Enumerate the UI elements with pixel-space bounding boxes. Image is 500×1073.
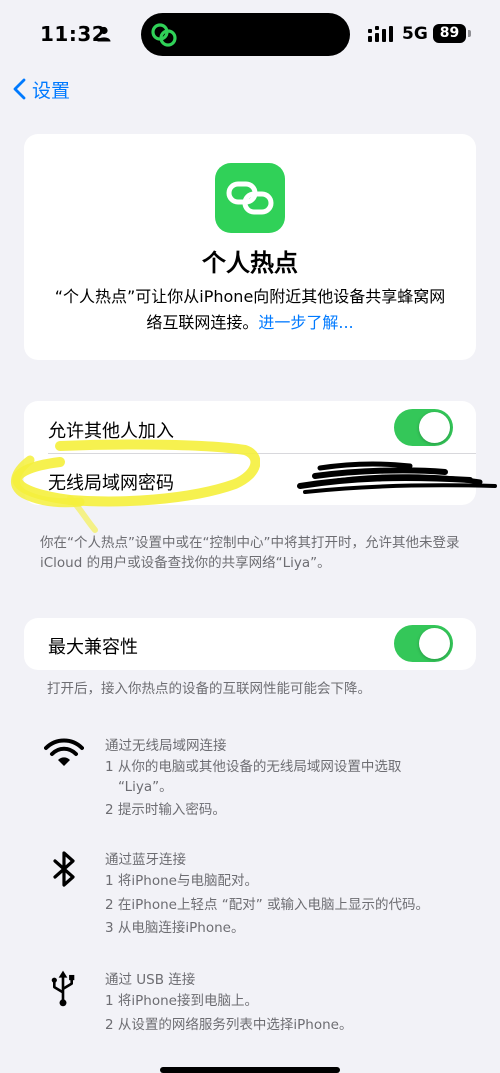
back-button[interactable]: 设置: [12, 74, 70, 104]
wifi-step-1: 1 从你的电脑或其他设备的无线局域网设置中选取: [105, 759, 402, 775]
max-compat-toggle[interactable]: [394, 625, 453, 662]
max-compat-footnote: 打开后，接入你热点的设备的互联网性能可能会下降。: [47, 681, 371, 697]
max-compat-label: 最大兼容性: [48, 637, 138, 658]
usb-method-title: 通过 USB 连接: [105, 972, 196, 988]
bluetooth-step-1: 1 将iPhone与电脑配对。: [105, 873, 258, 889]
wifi-step-2: 2 提示时输入密码。: [105, 802, 226, 818]
home-indicator[interactable]: [160, 1067, 340, 1073]
battery-tip: [468, 30, 471, 37]
allow-others-label: 允许其他人加入: [48, 421, 174, 442]
description-text: “个人热点”可让你从iPhone向附近其他设备共享蜂窝网络互联网连接。: [54, 287, 446, 332]
bluetooth-step-3: 3 从电脑连接iPhone。: [105, 920, 245, 936]
bluetooth-step-2: 2 在iPhone上轻点 “配对” 或输入电脑上显示的代码。: [105, 897, 430, 913]
usb-connect-instructions: 通过 USB 连接 1 将iPhone接到电脑上。 2 从设置的网络服务列表中选…: [0, 968, 500, 1038]
status-bar: 11:32 5G 89: [0, 0, 500, 70]
chevron-left-icon: [13, 78, 26, 100]
back-label: 设置: [32, 79, 71, 102]
toggle-knob: [419, 628, 450, 659]
wifi-step-1b: “Liya”。: [118, 779, 173, 795]
compatibility-group: 最大兼容性: [24, 618, 476, 670]
hotspot-link-icon: [151, 23, 177, 47]
bluetooth-method-title: 通过蓝牙连接: [105, 852, 186, 868]
cellular-signal-icon: [368, 26, 393, 42]
usb-step-1: 1 将iPhone接到电脑上。: [105, 993, 258, 1009]
hotspot-link-icon: [226, 181, 274, 215]
wifi-icon: [44, 738, 84, 766]
allow-others-toggle[interactable]: [394, 409, 453, 446]
battery-indicator: 89: [433, 24, 466, 43]
bluetooth-connect-instructions: 通过蓝牙连接 1 将iPhone与电脑配对。 2 在iPhone上轻点 “配对”…: [0, 848, 500, 938]
discovery-footnote: 你在“个人热点”设置中或在“控制中心”中将其打开时，允许其他未登录 iCloud…: [40, 535, 460, 571]
dynamic-island: [141, 13, 350, 56]
hotspot-app-icon: [215, 163, 285, 233]
learn-more-link[interactable]: 进一步了解...: [258, 313, 353, 332]
toggle-knob: [419, 412, 450, 443]
usb-icon: [51, 970, 75, 1007]
wifi-method-title: 通过无线局域网连接: [105, 738, 227, 754]
bluetooth-icon: [53, 851, 75, 887]
network-type: 5G: [402, 24, 428, 44]
wifi-password-label: 无线局域网密码: [48, 473, 174, 494]
wifi-password-row[interactable]: 无线局域网密码: [24, 454, 476, 505]
hotspot-settings-group: 允许其他人加入 无线局域网密码: [24, 401, 476, 505]
wifi-connect-instructions: 通过无线局域网连接 1 从你的电脑或其他设备的无线局域网设置中选取 “Liya”…: [0, 734, 500, 824]
hotspot-info-card: 个人热点 “个人热点”可让你从iPhone向附近其他设备共享蜂窝网络互联网连接。…: [24, 134, 476, 360]
page-title: 个人热点: [202, 249, 298, 277]
hotspot-description: “个人热点”可让你从iPhone向附近其他设备共享蜂窝网络互联网连接。进一步了解…: [52, 284, 448, 336]
usb-step-2: 2 从设置的网络服务列表中选择iPhone。: [105, 1017, 353, 1033]
person-icon: [97, 26, 111, 42]
battery-level: 89: [439, 25, 460, 41]
